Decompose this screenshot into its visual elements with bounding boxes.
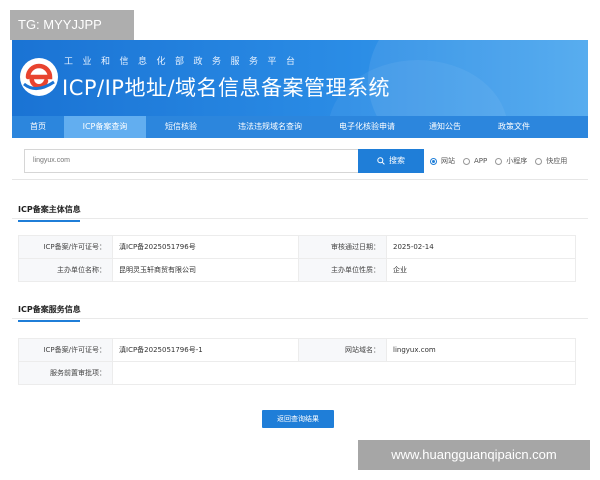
main-nav: 首页 ICP备案查询 短信核验 违法违规域名查询 电子化核验申请 通知公告 政策… — [12, 116, 588, 138]
pre-approval-label: 服务前置审批项： — [18, 361, 113, 385]
site-header: 工业和信息化部政务服务平台 ICP/IP地址/域名信息备案管理系统 — [12, 40, 588, 116]
search-button[interactable]: 搜索 — [358, 149, 424, 173]
section-divider — [12, 318, 588, 319]
radio-label: 小程序 — [506, 157, 528, 165]
website-domain-label: 网站域名： — [298, 338, 387, 362]
search-button-label: 搜索 — [389, 156, 405, 165]
website-domain-value: lingyux.com — [386, 338, 576, 362]
approval-date-value: 2025-02-14 — [386, 235, 576, 259]
radio-selected-icon — [430, 157, 437, 165]
radio-website[interactable]: 网站 — [430, 156, 455, 166]
search-bar: lingyux.com 搜索 网站 APP 小程序 快应用 — [12, 138, 588, 180]
organizer-name-value: 昆明灵玉轩商贸有限公司 — [112, 258, 299, 282]
search-icon — [377, 156, 385, 165]
table-row: ICP备案/许可证号： 滇ICP备2025051796号 审核通过日期： 202… — [18, 235, 576, 259]
section-underline — [18, 220, 80, 222]
service-section-title: ICP备案服务信息 — [18, 304, 81, 322]
license-number-value: 滇ICP备2025051796号 — [112, 235, 299, 259]
nav-item-sms-verify[interactable]: 短信核验 — [146, 116, 216, 138]
organizer-name-label: 主办单位名称： — [18, 258, 113, 282]
nav-item-e-verify[interactable]: 电子化核验申请 — [324, 116, 410, 138]
service-info-table: ICP备案/许可证号： 滇ICP备2025051796号-1 网站域名： lin… — [18, 338, 576, 385]
section-underline — [18, 320, 80, 322]
service-license-label: ICP备案/许可证号： — [18, 338, 113, 362]
radio-quick-app[interactable]: 快应用 — [535, 156, 567, 166]
subject-info-table: ICP备案/许可证号： 滇ICP备2025051796号 审核通过日期： 202… — [18, 235, 576, 282]
pre-approval-value — [112, 361, 576, 385]
license-number-label: ICP备案/许可证号： — [18, 235, 113, 259]
nav-item-home[interactable]: 首页 — [12, 116, 64, 138]
radio-unselected-icon — [495, 157, 503, 165]
table-row: 主办单位名称： 昆明灵玉轩商贸有限公司 主办单位性质： 企业 — [18, 258, 576, 282]
return-results-button[interactable]: 返回查询结果 — [262, 410, 334, 428]
section-divider — [12, 218, 588, 219]
radio-label: 快应用 — [546, 157, 568, 165]
table-row: ICP备案/许可证号： 滇ICP备2025051796号-1 网站域名： lin… — [18, 338, 576, 362]
subject-section-title-text: ICP备案主体信息 — [18, 205, 81, 214]
radio-mini-program[interactable]: 小程序 — [495, 156, 527, 166]
search-input[interactable]: lingyux.com — [24, 149, 370, 173]
overlay-tag: TG: MYYJJPP — [10, 10, 134, 40]
service-license-value: 滇ICP备2025051796号-1 — [112, 338, 299, 362]
radio-unselected-icon — [463, 157, 470, 165]
radio-label: 网站 — [441, 157, 455, 165]
approval-date-label: 审核通过日期： — [298, 235, 387, 259]
organizer-type-label: 主办单位性质： — [298, 258, 387, 282]
nav-item-illegal-domain[interactable]: 违法违规域名查询 — [216, 116, 324, 138]
radio-unselected-icon — [535, 157, 543, 165]
header-subtitle: 工业和信息化部政务服务平台 — [64, 57, 305, 67]
table-row: 服务前置审批项： — [18, 361, 576, 385]
watermark: www.huangguanqipaicn.com — [358, 440, 590, 470]
nav-item-icp-query[interactable]: ICP备案查询 — [64, 116, 146, 138]
service-section-title-text: ICP备案服务信息 — [18, 305, 81, 314]
organizer-type-value: 企业 — [386, 258, 576, 282]
search-type-group: 网站 APP 小程序 快应用 — [430, 156, 575, 166]
nav-item-policy[interactable]: 政策文件 — [480, 116, 548, 138]
page-title: ICP/IP地址/域名信息备案管理系统 — [62, 76, 391, 100]
miit-logo-icon — [20, 58, 58, 96]
radio-app[interactable]: APP — [463, 156, 487, 166]
radio-label: APP — [474, 157, 488, 165]
subject-section-title: ICP备案主体信息 — [18, 204, 81, 222]
nav-item-notices[interactable]: 通知公告 — [410, 116, 480, 138]
